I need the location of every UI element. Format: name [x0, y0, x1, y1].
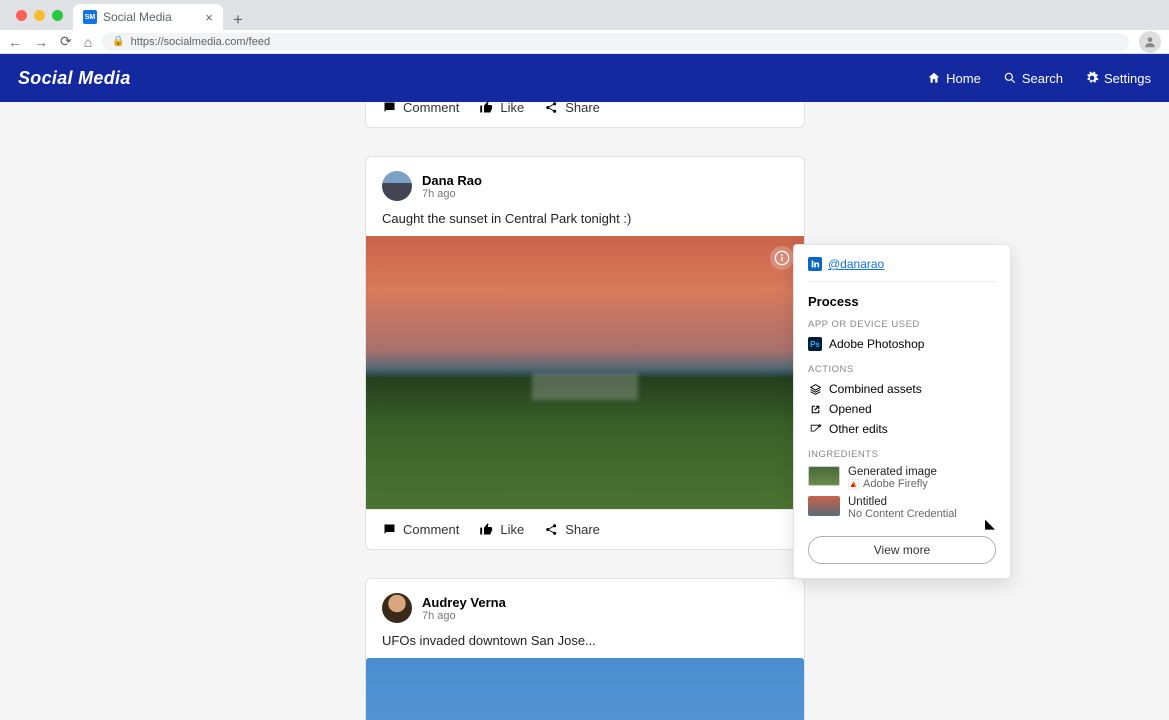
edit-icon — [808, 422, 822, 436]
app-used-row: Ps Adobe Photoshop — [808, 334, 996, 354]
header-nav: Home Search Settings — [927, 71, 1151, 86]
post-author[interactable]: Dana Rao — [422, 173, 482, 188]
brand-logo: Social Media — [18, 68, 131, 89]
action-row: Combined assets — [808, 379, 996, 399]
ingredient-subtitle: Adobe Firefly — [863, 478, 928, 490]
avatar[interactable] — [382, 171, 412, 201]
label-actions: ACTIONS — [808, 364, 996, 375]
browser-chrome: SM Social Media × + ← → ⟳ ⌂ 🔒 https://so… — [0, 0, 1169, 54]
profile-button[interactable] — [1139, 31, 1161, 53]
address-bar[interactable]: 🔒 https://socialmedia.com/feed — [102, 33, 1129, 51]
like-button[interactable]: Like — [479, 522, 524, 537]
search-icon — [1003, 71, 1017, 85]
back-button[interactable]: ← — [8, 34, 22, 50]
nav-home[interactable]: Home — [927, 71, 981, 86]
ingredient-row[interactable]: Generated image Adobe Firefly — [808, 466, 996, 490]
comment-icon — [382, 102, 397, 115]
post-image[interactable] — [366, 236, 804, 509]
url-text: https://socialmedia.com/feed — [131, 36, 270, 48]
content-credentials-popover: @danarao Process APP OR DEVICE USED Ps A… — [793, 244, 1011, 579]
gear-icon — [1085, 71, 1099, 85]
post-author[interactable]: Audrey Verna — [422, 595, 506, 610]
like-button[interactable]: Like — [479, 102, 524, 115]
ingredient-title: Generated image — [848, 466, 937, 478]
action-row: Other edits — [808, 419, 996, 439]
content-credentials-badge[interactable] — [770, 246, 794, 270]
action-row: Opened — [808, 399, 996, 419]
ingredient-title: Untitled — [848, 496, 957, 508]
feed-post: Audrey Verna 7h ago UFOs invaded downtow… — [365, 578, 805, 720]
layers-icon — [808, 382, 822, 396]
label-ingredients: INGREDIENTS — [808, 449, 996, 460]
comment-icon — [382, 522, 397, 537]
comment-button[interactable]: Comment — [382, 522, 459, 537]
ingredient-thumbnail — [808, 496, 840, 516]
feed-post: Dana Rao 7h ago Caught the sunset in Cen… — [365, 156, 805, 550]
favicon-icon: SM — [83, 10, 97, 24]
avatar[interactable] — [382, 593, 412, 623]
comment-button[interactable]: Comment — [382, 102, 459, 115]
post-image[interactable] — [366, 658, 804, 720]
forward-button[interactable]: → — [34, 34, 48, 50]
window-controls — [6, 0, 73, 30]
ingredient-row[interactable]: Untitled No Content Credential — [808, 496, 996, 520]
post-actions-bar: Comment Like Share — [366, 509, 804, 549]
feed-area: Comment Like Share Dana Rao 7h ago — [0, 102, 1169, 720]
close-window-button[interactable] — [16, 10, 27, 21]
share-button[interactable]: Share — [544, 522, 600, 537]
browser-tab[interactable]: SM Social Media × — [73, 4, 223, 30]
app-header: Social Media Home Search Settings — [0, 54, 1169, 102]
share-icon — [544, 102, 559, 115]
popover-section-title: Process — [808, 294, 996, 309]
photoshop-icon: Ps — [808, 337, 822, 351]
ingredient-subtitle: No Content Credential — [848, 508, 957, 520]
credential-handle-link[interactable]: @danarao — [828, 257, 884, 271]
feed-column: Comment Like Share Dana Rao 7h ago — [365, 102, 805, 720]
home-button[interactable]: ⌂ — [84, 34, 92, 50]
post-actions-bar: Comment Like Share — [366, 102, 804, 127]
open-icon — [808, 402, 822, 416]
post-body: Caught the sunset in Central Park tonigh… — [366, 209, 804, 236]
post-timestamp: 7h ago — [422, 610, 506, 622]
lock-icon: 🔒 — [112, 36, 124, 47]
browser-toolbar: ← → ⟳ ⌂ 🔒 https://socialmedia.com/feed — [0, 30, 1169, 54]
new-tab-button[interactable]: + — [223, 10, 253, 30]
firefly-icon — [848, 479, 859, 490]
minimize-window-button[interactable] — [34, 10, 45, 21]
home-icon — [927, 71, 941, 85]
feed-post: Comment Like Share — [365, 102, 805, 128]
close-tab-icon[interactable]: × — [205, 10, 213, 25]
view-more-button[interactable]: View more — [808, 536, 996, 564]
nav-search[interactable]: Search — [1003, 71, 1063, 86]
tab-strip: SM Social Media × + — [0, 0, 1169, 30]
post-image-container — [366, 236, 804, 509]
post-image-container — [366, 658, 804, 720]
like-icon — [479, 102, 494, 115]
like-icon — [479, 522, 494, 537]
linkedin-icon — [808, 257, 822, 271]
post-timestamp: 7h ago — [422, 188, 482, 200]
reload-button[interactable]: ⟳ — [60, 33, 72, 50]
tab-title: Social Media — [103, 10, 172, 24]
label-app-used: APP OR DEVICE USED — [808, 319, 996, 330]
share-button[interactable]: Share — [544, 102, 600, 115]
maximize-window-button[interactable] — [52, 10, 63, 21]
nav-settings[interactable]: Settings — [1085, 71, 1151, 86]
post-body: UFOs invaded downtown San Jose... — [366, 631, 804, 658]
share-icon — [544, 522, 559, 537]
info-icon — [774, 250, 790, 266]
ingredient-thumbnail — [808, 466, 840, 486]
